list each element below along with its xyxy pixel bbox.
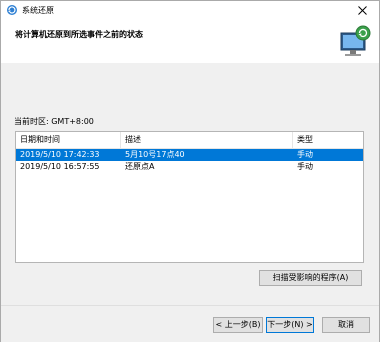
restore-point-list[interactable]: 日期和时间 描述 类型 2019/5/10 17:42:33 5月10号17点4… [15, 131, 364, 263]
cell-type: 手动 [297, 162, 313, 171]
cell-datetime: 2019/5/10 16:57:55 [20, 162, 100, 171]
back-button[interactable]: < 上一步(B) [213, 317, 263, 333]
cell-datetime: 2019/5/10 17:42:33 [20, 150, 100, 159]
cell-description: 还原点A [125, 162, 155, 171]
list-header: 日期和时间 描述 类型 [16, 132, 363, 149]
cell-description: 5月10号17点40 [125, 150, 185, 159]
column-header-description[interactable]: 描述 [121, 132, 293, 148]
header: 将计算机还原到所选事件之前的状态 [1, 19, 379, 63]
page-heading: 将计算机还原到所选事件之前的状态 [15, 30, 143, 39]
wizard-footer: < 上一步(B) 下一步(N) > 取消 [1, 305, 379, 342]
cancel-button[interactable]: 取消 [322, 317, 370, 333]
timezone-label: 当前时区: GMT+8:00 [14, 117, 94, 126]
window-title: 系统还原 [22, 6, 54, 15]
close-button[interactable] [349, 1, 375, 19]
computer-restore-icon [340, 25, 371, 56]
next-button[interactable]: 下一步(N) > [266, 317, 314, 333]
restore-point-panel: 当前时区: GMT+8:00 日期和时间 描述 类型 2019/5/10 17:… [1, 63, 379, 305]
list-item-selected[interactable]: 2019/5/10 17:42:33 5月10号17点40 手动 [16, 149, 363, 161]
column-header-type[interactable]: 类型 [293, 132, 363, 148]
column-header-datetime[interactable]: 日期和时间 [16, 132, 121, 148]
system-restore-window: 系统还原 将计算机还原到所选事件之前的状态 当前时区: GMT+8:00 日期和… [0, 0, 380, 342]
close-icon [357, 5, 367, 15]
list-item[interactable]: 2019/5/10 16:57:55 还原点A 手动 [16, 161, 363, 173]
title-bar: 系统还原 [1, 1, 379, 19]
system-restore-icon [7, 5, 17, 15]
scan-affected-programs-button[interactable]: 扫描受影响的程序(A) [259, 270, 362, 286]
cell-type: 手动 [297, 150, 313, 159]
